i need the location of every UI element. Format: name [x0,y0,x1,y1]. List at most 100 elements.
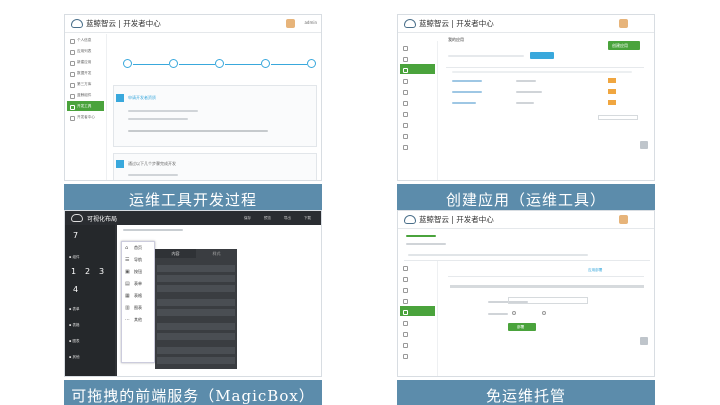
panel-create-app: 蓝鲸智云 | 开发者中心 我的应用 创建应用 创建应用（运维工具） [397,14,655,222]
tab-deploy[interactable]: 应用部署 [588,268,602,273]
sidebar-item[interactable] [400,350,435,360]
app-table [446,67,644,109]
menu-item[interactable]: ☰ 导航 [122,254,154,266]
property-row[interactable] [157,347,235,354]
screenshot-hosting: 蓝鲸智云 | 开发者中心 应用部署 部署 [397,210,655,377]
property-row[interactable] [157,333,235,340]
env-radio[interactable] [512,311,516,315]
property-row[interactable] [157,285,235,292]
home-icon: ⌂ [125,244,129,251]
property-row[interactable] [157,309,235,316]
table-cell [452,102,476,104]
brand-title: 可视化布局 [87,216,118,223]
scroll-top-icon[interactable] [640,337,648,345]
menu-item[interactable]: ⌂ 首页 [122,242,154,254]
tab-style[interactable]: 样式 [196,249,237,258]
action-preview[interactable]: 预览 [264,216,271,221]
sidebar-item[interactable] [400,53,435,63]
sidebar-item[interactable]: 应用列表 [67,46,104,56]
sidebar-item-active[interactable]: 开发工具 [67,101,104,111]
sidebar-item[interactable] [400,339,435,349]
user-avatar-icon[interactable] [619,19,628,28]
grid-cell[interactable]: 3 [99,267,104,276]
menu-item[interactable]: ▣ 按钮 [122,266,154,278]
property-drawer: 内容 样式 [155,249,237,369]
sidebar-item[interactable] [400,328,435,338]
text-line [128,110,198,112]
sidebar-item[interactable] [400,141,435,151]
user-avatar-icon[interactable] [286,19,295,28]
sidebar-item[interactable] [400,284,435,294]
property-row[interactable] [157,265,235,272]
screenshot-magicbox: 可视化布局 保存 预览 导出 下载 7 ▪ 组件 1 2 3 4 ▪ 表单 ▪ … [64,210,322,377]
sidebar-item[interactable] [400,273,435,283]
grid-cell[interactable]: 1 [71,267,76,276]
property-row[interactable] [157,275,235,282]
sidebar-item[interactable] [400,75,435,85]
table-cell [452,80,482,82]
sidebar [398,261,438,376]
info-box-1: 申请开发者资质 [113,85,317,147]
sidebar-item-active[interactable] [400,306,435,316]
component-group[interactable]: ▪ 表单 [69,307,80,312]
property-row[interactable] [157,299,235,306]
sidebar-item[interactable] [400,86,435,96]
sidebar-item[interactable]: 新建应用 [67,57,104,67]
toolbar-label: 我的应用 [448,37,464,42]
sidebar-item[interactable] [400,295,435,305]
create-app-button[interactable]: 创建应用 [608,41,640,50]
action-download[interactable]: 下载 [304,216,311,221]
sidebar-item[interactable] [400,130,435,140]
property-row[interactable] [157,323,235,330]
box-title: 通过以下几个步骤完成开发 [128,161,176,166]
deploy-button[interactable]: 部署 [508,323,536,331]
status-badge [608,100,616,105]
repo-url-input[interactable] [508,297,588,304]
text-line [128,118,188,120]
step-3 [215,59,224,68]
table-cell [452,91,482,93]
menu-item[interactable]: ▥ 图表 [122,302,154,314]
screenshot-dev-process: 蓝鲸智云 | 开发者中心 admin 个人信息 应用列表 新建应用 数据开发 第… [64,14,322,181]
scroll-top-icon[interactable] [640,141,648,149]
sidebar-item[interactable]: 蓝鲸组件 [67,90,104,100]
component-group[interactable]: ▪ 图表 [69,339,80,344]
menu-item[interactable]: ⋯ 其他 [122,314,154,326]
sidebar-item[interactable] [400,262,435,272]
menu-item[interactable]: ▤ 表单 [122,278,154,290]
sidebar-item[interactable]: 个人信息 [67,35,104,45]
component-group[interactable]: ▪ 其他 [69,355,80,360]
sidebar-item[interactable] [400,42,435,52]
component-group[interactable]: ▪ 组件 [69,255,80,260]
grid-cell[interactable]: 4 [73,285,78,294]
slide: 蓝鲸智云 | 开发者中心 admin 个人信息 应用列表 新建应用 数据开发 第… [2,2,718,405]
progress-track [450,285,644,288]
user-avatar-icon[interactable] [619,215,628,224]
step-1 [123,59,132,68]
sidebar-item-active[interactable] [400,64,435,74]
sidebar-item[interactable] [400,317,435,327]
sidebar-item[interactable]: 开发者中心 [67,112,104,122]
back-link[interactable] [406,235,436,237]
tab-content[interactable]: 内容 [155,249,196,258]
pagination[interactable] [598,115,638,120]
header: 蓝鲸智云 | 开发者中心 admin [65,15,321,33]
sidebar-item[interactable]: 第三方库 [67,79,104,89]
action-save[interactable]: 保存 [244,216,251,221]
panel-magicbox: 可视化布局 保存 预览 导出 下载 7 ▪ 组件 1 2 3 4 ▪ 表单 ▪ … [64,210,322,405]
form-icon: ▤ [125,280,130,287]
env-radio[interactable] [542,311,546,315]
action-export[interactable]: 导出 [284,216,291,221]
sidebar-item[interactable]: 数据开发 [67,68,104,78]
component-group[interactable]: ▪ 表格 [69,323,80,328]
search-button[interactable] [530,52,554,59]
sidebar: 个人信息 应用列表 新建应用 数据开发 第三方库 蓝鲸组件 开发工具 开发者中心 [65,34,107,180]
grid-cell[interactable]: 2 [85,267,90,276]
form-label [488,313,508,315]
sidebar-item[interactable] [400,97,435,107]
menu-item[interactable]: ▦ 表格 [122,290,154,302]
grid-cell[interactable]: 7 [73,231,78,240]
sidebar-item[interactable] [400,108,435,118]
property-row[interactable] [157,357,235,364]
sidebar-item[interactable] [400,119,435,129]
